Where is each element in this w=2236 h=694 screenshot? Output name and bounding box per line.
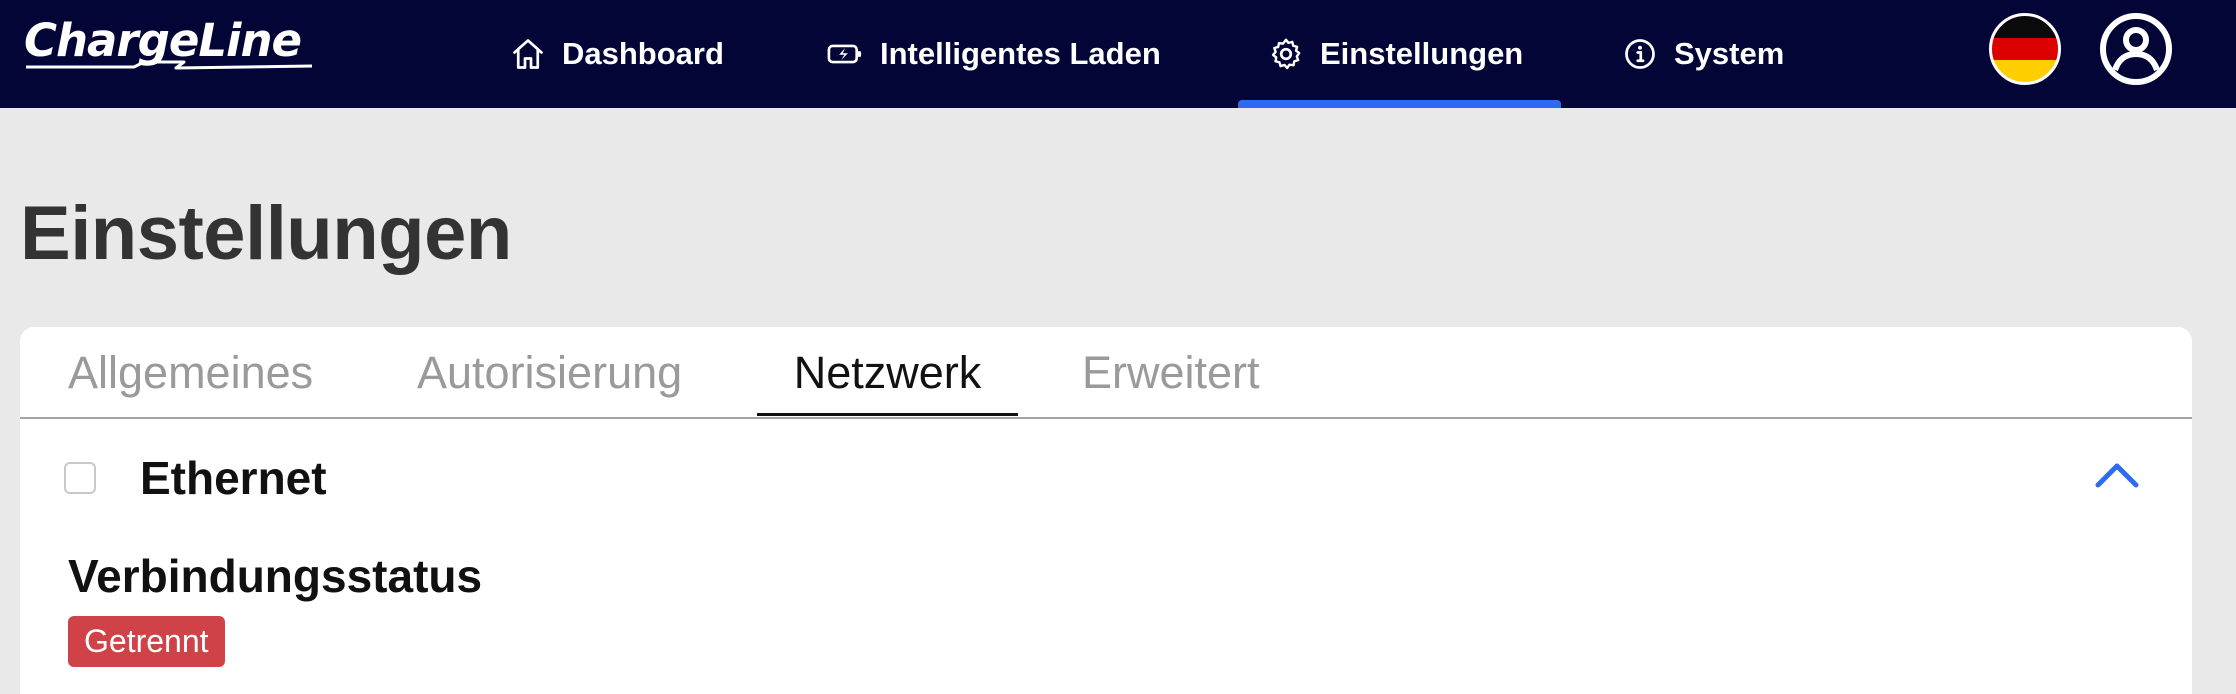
nav-settings-label: Einstellungen [1320,36,1524,71]
gear-icon [1271,38,1301,70]
nav-dashboard-label: Dashboard [562,36,724,71]
tab-general[interactable]: Allgemeines [68,327,313,419]
nav-system-label: System [1674,36,1785,71]
brand-logo[interactable]: ChargeLine [24,14,324,74]
ethernet-checkbox[interactable] [64,462,96,494]
tab-network[interactable]: Netzwerk [757,327,1018,419]
german-flag-icon[interactable] [1989,13,2061,85]
connection-status-label: Verbindungsstatus [68,550,483,602]
section-title-ethernet: Ethernet [140,452,327,504]
user-circle-icon[interactable] [2098,11,2174,87]
tab-advanced[interactable]: Erweitert [1082,327,1260,419]
page-title: Einstellungen [20,191,512,276]
nav-intelligent-charging-label: Intelligentes Laden [880,36,1161,71]
nav-intelligent-charging[interactable]: Intelligentes Laden [826,0,1161,108]
nav-dashboard[interactable]: Dashboard [510,0,724,108]
home-icon [513,39,543,69]
top-navigation-bar: ChargeLine Dashboard Intelligentes Laden… [0,0,2236,108]
battery-charging-icon [827,44,862,64]
tab-authorization[interactable]: Autorisierung [417,327,682,419]
info-icon [1625,39,1655,69]
nav-active-indicator [1238,100,1561,108]
nav-settings[interactable]: Einstellungen [1268,0,1523,108]
logo-swoosh [26,60,313,70]
tab-active-underline [757,413,1018,416]
nav-system[interactable]: System [1622,0,1784,108]
status-badge: Getrennt [68,616,225,667]
chevron-up-icon[interactable] [2094,461,2140,489]
settings-card: Allgemeines Autorisierung Netzwerk Erwei… [20,327,2192,694]
settings-tabs: Allgemeines Autorisierung Netzwerk Erwei… [20,327,2192,419]
